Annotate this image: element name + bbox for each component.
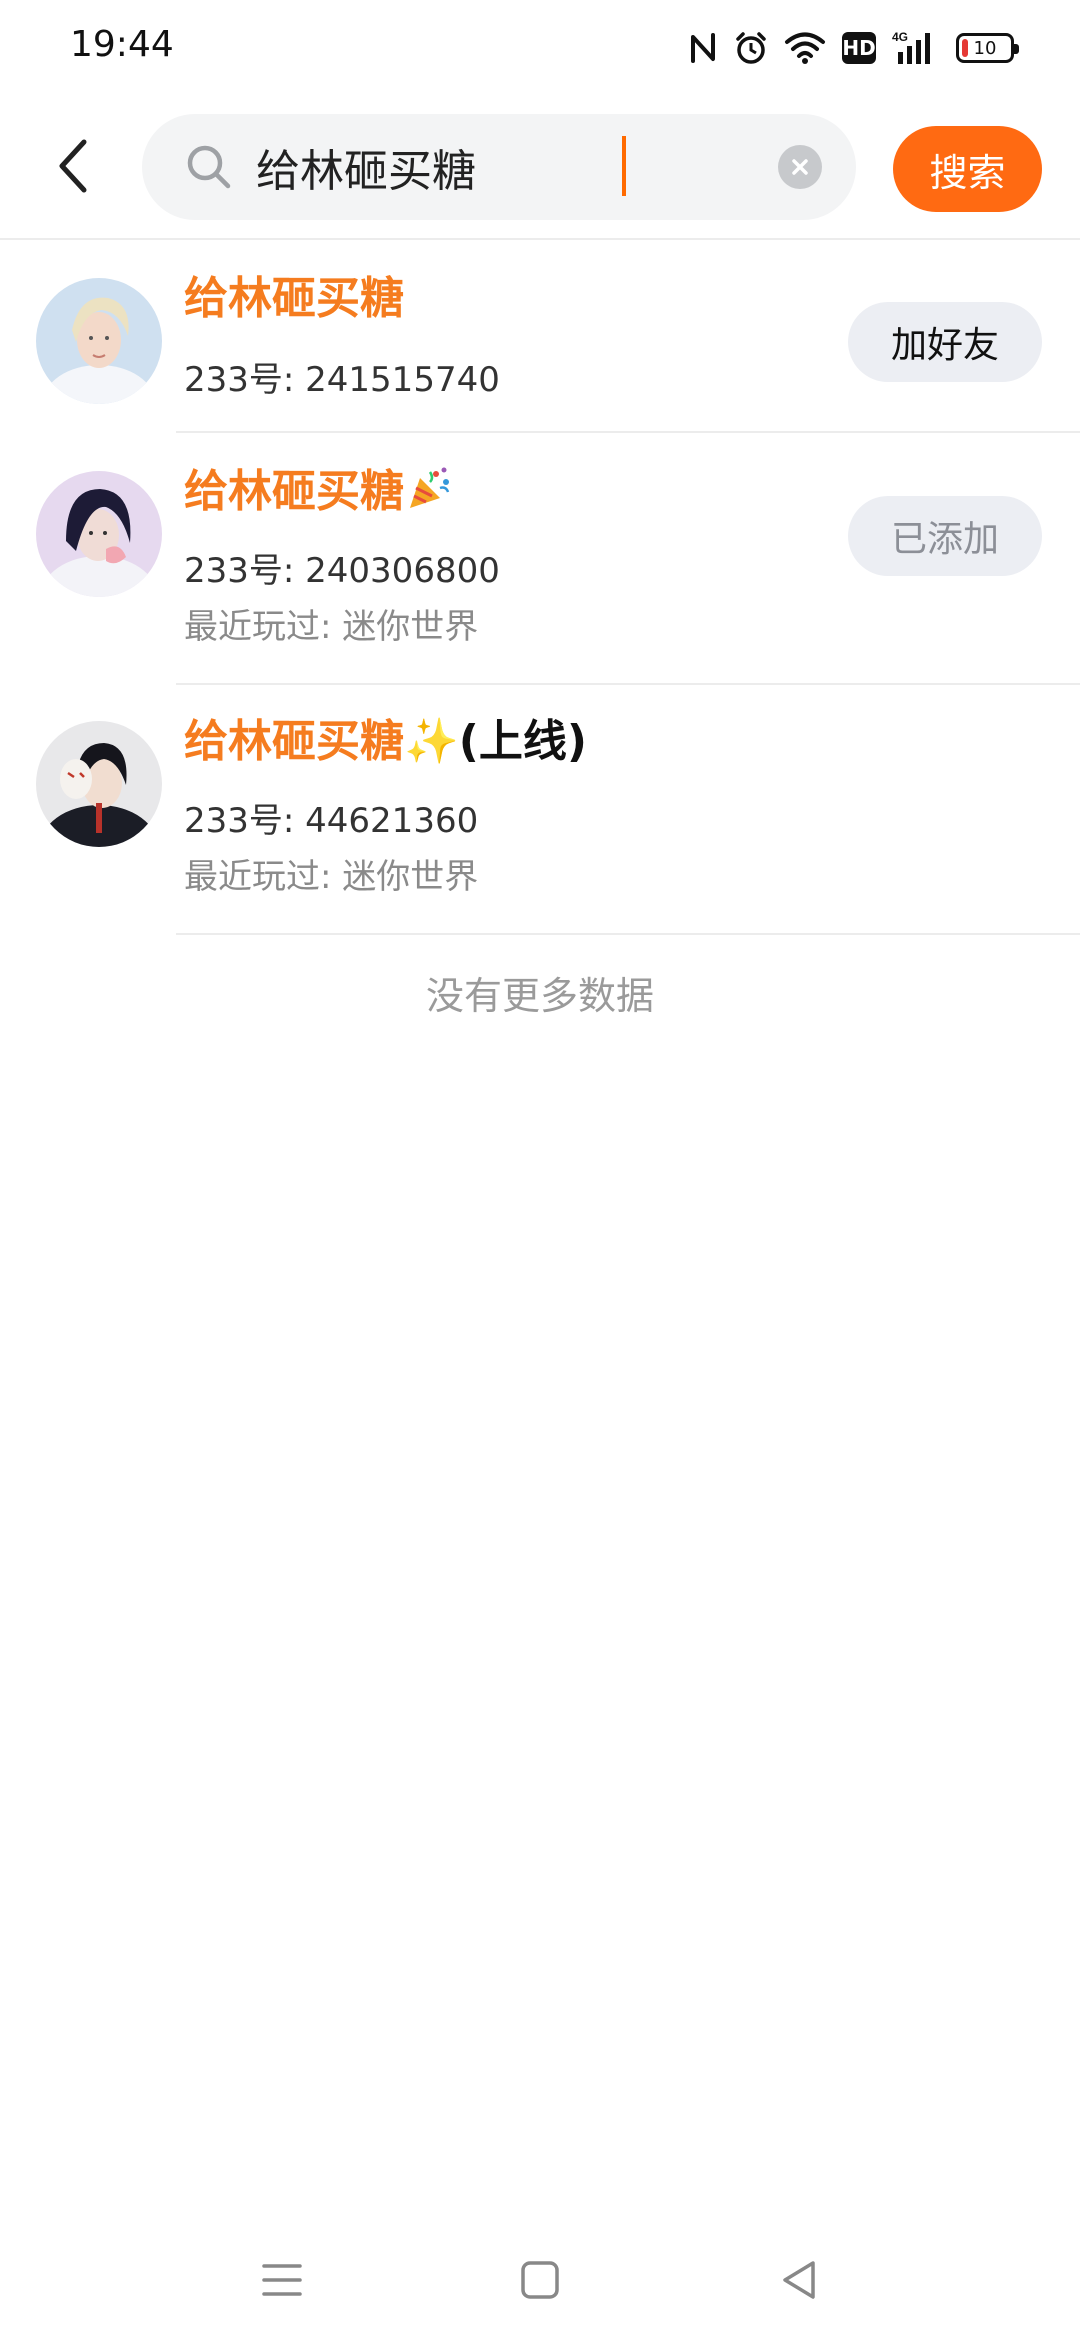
nfc-icon <box>688 28 718 68</box>
search-box[interactable] <box>142 114 856 220</box>
divider <box>176 933 1080 935</box>
search-input[interactable] <box>256 136 796 198</box>
result-name: 给林砸买糖🎉 <box>184 455 452 523</box>
4g-signal-icon: 4G <box>892 28 940 68</box>
wifi-icon <box>784 28 826 68</box>
result-uid: 233号: 241515740 <box>184 360 500 400</box>
svg-text:4G: 4G <box>892 30 908 44</box>
result-row[interactable]: 给林砸买糖✨(上线) 233号: 44621360 最近玩过: 迷你世界 <box>0 685 1080 935</box>
status-bar: 19:44 HD 4G 10 <box>0 0 1080 96</box>
result-name-suffix: ✨(上线) <box>404 716 588 767</box>
party-popper-icon <box>406 466 452 523</box>
result-row[interactable]: 给林砸买糖 233号: 241515740 加好友 <box>0 240 1080 433</box>
recently-played: 最近玩过: 迷你世界 <box>184 857 479 897</box>
clear-button[interactable] <box>778 145 822 189</box>
back-button[interactable] <box>40 132 108 200</box>
result-name-text: 给林砸买糖 <box>184 716 404 767</box>
menu-button[interactable] <box>250 2250 314 2310</box>
no-more-data-label: 没有更多数据 <box>425 974 654 1018</box>
search-icon <box>187 145 231 189</box>
back-nav-button[interactable] <box>766 2250 830 2310</box>
recently-played: 最近玩过: 迷你世界 <box>184 607 479 647</box>
status-icons: HD 4G 10 <box>688 28 1019 68</box>
added-button[interactable]: 已添加 <box>848 496 1042 576</box>
result-name-text: 给林砸买糖 <box>184 273 404 324</box>
result-row[interactable]: 给林砸买糖🎉 233号: 240306800 最近玩过: 迷你世界 已添加 <box>0 433 1080 685</box>
screen: 19:44 HD 4G 10 给林砸买糖 搜索 给林砸买糖 233号: 2415… <box>0 0 1080 2340</box>
home-icon <box>521 2261 559 2299</box>
home-button[interactable] <box>508 2250 572 2310</box>
navigation-bar <box>0 2220 1080 2340</box>
search-button[interactable]: 搜索 <box>893 126 1042 212</box>
avatar[interactable] <box>36 471 162 597</box>
search-header: 搜索 <box>0 96 1080 240</box>
triangle-back-icon <box>783 2261 815 2299</box>
avatar[interactable] <box>36 721 162 847</box>
result-name: 给林砸买糖 <box>184 262 404 326</box>
result-uid: 233号: 44621360 <box>184 801 479 841</box>
add-friend-button[interactable]: 加好友 <box>848 302 1042 382</box>
result-name: 给林砸买糖✨(上线) <box>184 705 587 769</box>
text-caret <box>622 136 626 196</box>
hd-icon: HD <box>842 28 876 68</box>
menu-icon <box>262 2264 302 2296</box>
result-name-text: 给林砸买糖 <box>184 466 404 517</box>
chevron-left-icon <box>59 139 87 193</box>
result-uid: 233号: 240306800 <box>184 551 500 591</box>
close-icon <box>792 159 808 175</box>
status-time: 19:44 <box>70 24 174 65</box>
battery-fill <box>962 39 968 57</box>
battery: 10 <box>956 33 1019 63</box>
hd-label: HD <box>842 32 876 64</box>
avatar[interactable] <box>36 278 162 404</box>
alarm-icon <box>734 28 768 68</box>
battery-icon: 10 <box>956 28 1019 68</box>
results-list: 给林砸买糖 233号: 241515740 加好友 给林砸买糖🎉 <box>0 240 1080 935</box>
battery-level: 10 <box>973 37 997 59</box>
